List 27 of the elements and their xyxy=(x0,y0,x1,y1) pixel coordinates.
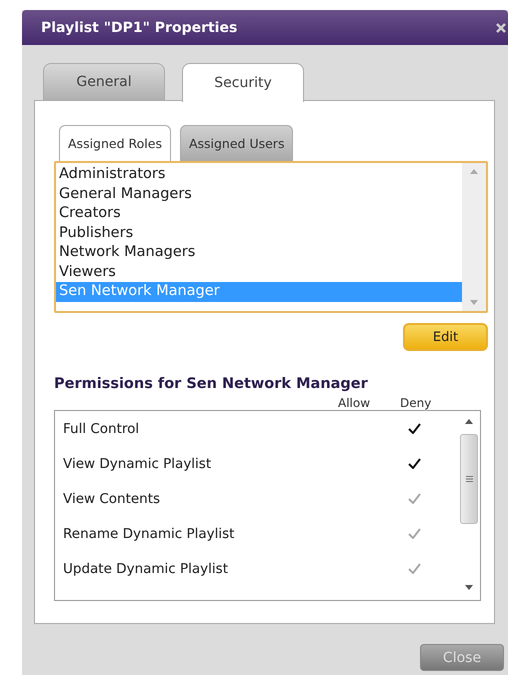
permission-label: Update Dynamic Playlist xyxy=(63,560,229,576)
permission-label: Full Control xyxy=(63,420,140,436)
check-icon[interactable] xyxy=(408,458,420,469)
permission-label: View Dynamic Playlist xyxy=(63,456,212,472)
close-icon[interactable] xyxy=(496,22,506,32)
window-title: Playlist "DP1" Properties xyxy=(41,20,238,36)
scroll-down-icon[interactable] xyxy=(465,585,473,590)
column-header: Deny xyxy=(400,396,432,410)
permissions-heading: Permissions for Sen Network Manager xyxy=(54,376,369,392)
scroll-up-icon[interactable] xyxy=(465,419,473,424)
tab[interactable]: Assigned Roles xyxy=(59,125,171,161)
list-item[interactable]: Viewers xyxy=(56,262,462,282)
list-item[interactable]: Network Managers xyxy=(56,243,462,262)
tab[interactable]: General xyxy=(43,63,165,100)
list-item[interactable]: General Managers xyxy=(56,184,462,204)
column-header: Allow xyxy=(338,396,370,410)
grip-icon xyxy=(466,476,472,482)
tab[interactable]: Assigned Users xyxy=(180,125,294,161)
edit-button[interactable]: Edit xyxy=(403,323,488,351)
check-icon[interactable] xyxy=(408,423,420,434)
tab[interactable]: Security xyxy=(182,63,304,102)
scroll-thumb[interactable] xyxy=(460,434,478,524)
permission-label: View Contents xyxy=(63,490,162,506)
list-item[interactable]: Publishers xyxy=(56,224,462,243)
list-item[interactable]: Creators xyxy=(56,204,462,224)
list-item[interactable]: Administrators xyxy=(56,165,462,184)
permission-label: Rename Dynamic Playlist xyxy=(63,526,236,542)
